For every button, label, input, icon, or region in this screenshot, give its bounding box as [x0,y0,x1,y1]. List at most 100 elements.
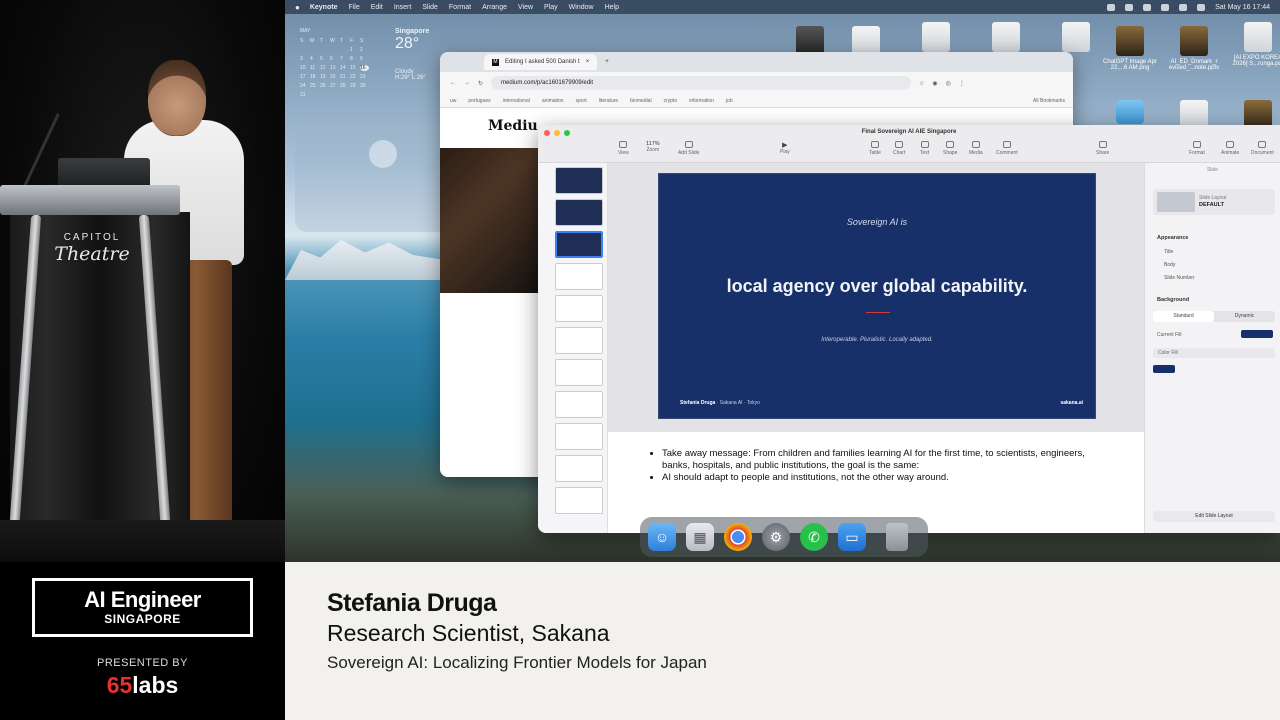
menu-file[interactable]: File [348,4,359,11]
profile-icon[interactable]: ◎ [946,80,951,87]
appearance-heading: Appearance [1157,235,1189,241]
bookmark-folder[interactable]: literature [599,98,618,104]
finder-icon[interactable]: ☺ [648,523,676,551]
inspector-tab-slide[interactable]: Slide [1145,167,1280,173]
slide-thumbnail[interactable] [555,263,603,290]
toolbar-view-button[interactable]: View [618,141,629,156]
extension-icon[interactable]: ◉ [932,80,937,87]
forward-icon[interactable]: → [464,80,470,86]
menu-window[interactable]: Window [569,4,594,11]
keynote-icon[interactable]: ▭ [838,523,866,551]
toolbar-add-slide-button[interactable]: Add Slide [678,141,699,156]
menu-arrange[interactable]: Arrange [482,4,507,11]
toolbar-table-button[interactable]: Table [869,141,881,156]
edit-slide-layout-button[interactable]: Edit Slide Layout [1153,511,1275,522]
appearance-title-checkbox[interactable]: Title [1164,249,1173,255]
launchpad-icon[interactable]: ▦ [686,523,714,551]
browser-tab[interactable]: M Editing I asked 500 Danish t × [484,54,598,70]
menu-dots-icon[interactable]: ⋮ [959,80,965,87]
desktop-file-icon[interactable] [976,22,1036,55]
current-fill-swatch[interactable] [1241,330,1273,338]
status-icon[interactable] [1143,3,1152,11]
toolbar-share-button[interactable]: Share [1096,141,1109,156]
system-settings-icon[interactable]: ⚙ [762,523,790,551]
back-icon[interactable]: ← [450,80,456,86]
bookmark-folder[interactable]: job [726,98,733,104]
appearance-body-checkbox[interactable]: Body [1164,262,1175,268]
desktop-file-icon[interactable] [906,22,966,55]
desktop-file-icon[interactable]: AI_ED_Dnmark_r evised_...note.pptx [1164,26,1224,71]
keynote-window[interactable]: Final Sovereign AI AIE Singapore View 11… [538,125,1280,533]
menu-play[interactable]: Play [544,4,558,11]
color-well[interactable] [1153,365,1175,373]
bookmark-folder[interactable]: sport [576,98,587,104]
bookmark-folder[interactable]: crypto [664,98,678,104]
wifi-icon[interactable] [1161,3,1170,11]
menu-help[interactable]: Help [605,4,619,11]
bookmark-star-icon[interactable]: ☆ [919,80,924,87]
calendar-month: MAY [300,28,311,34]
status-icon[interactable] [1107,3,1116,11]
slide-thumbnail[interactable] [555,231,603,258]
desktop-file-icon[interactable] [1046,22,1106,55]
whatsapp-icon[interactable]: ✆ [800,523,828,551]
bookmark-folder[interactable]: portugues [468,98,490,104]
bookmark-folder[interactable]: animation [542,98,564,104]
toolbar-shape-button[interactable]: Shape [943,141,957,156]
slide-thumbnail[interactable] [555,167,603,194]
segment-dynamic[interactable]: Dynamic [1214,311,1275,322]
menu-view[interactable]: View [518,4,533,11]
toolbar-comment-button[interactable]: Comment [996,141,1018,156]
stage-floor [0,520,285,562]
slide-thumbnail[interactable] [555,391,603,418]
menu-slide[interactable]: Slide [422,4,438,11]
slide-thumbnail[interactable] [555,199,603,226]
bookmark-folder[interactable]: biomedial [630,98,651,104]
reload-icon[interactable]: ↻ [478,80,483,87]
toolbar-chart-button[interactable]: Chart [893,141,905,156]
bookmark-folder[interactable]: information [689,98,714,104]
toolbar-animate-button[interactable]: Animate [1221,141,1239,156]
new-tab-icon[interactable]: + [605,59,609,65]
toolbar-format-button[interactable]: Format [1189,141,1205,156]
menu-app-name[interactable]: Keynote [310,4,338,11]
toolbar-media-button[interactable]: Media [969,141,983,156]
slide-thumbnail[interactable] [555,423,603,450]
menu-insert[interactable]: Insert [394,4,412,11]
menu-format[interactable]: Format [449,4,471,11]
video-frame: CAPITOL Theatre ● Keynote File Edit Inse… [0,0,1280,720]
bookmark-folder[interactable]: international [503,98,530,104]
desktop-file-icon[interactable]: ChatGPT Image Apr 22,...6 AM.png [1100,26,1160,71]
apple-menu-icon[interactable]: ● [295,3,300,12]
slide-thumbnail[interactable] [555,327,603,354]
color-fill-select[interactable]: Color Fill [1153,348,1275,358]
slide-thumbnail[interactable] [555,295,603,322]
sponsor-logo: 65labs [0,672,285,699]
calendar-widget[interactable]: MAY S M T W T F S 1 2 3 4 5 6 7 8 9 10 11 12 13 14 15 16 17 18 19… [300,28,380,103]
slide-layout-picker[interactable]: Slide Layout DEFAULT [1153,189,1275,215]
close-tab-icon[interactable]: × [586,59,590,65]
segment-standard[interactable]: Standard [1153,311,1214,322]
slide-thumbnail[interactable] [555,359,603,386]
bookmark-folder[interactable]: uw [450,98,456,104]
appearance-slide-number-checkbox[interactable]: Slide Number [1164,275,1194,281]
all-bookmarks-button[interactable]: All Bookmarks [1033,98,1065,104]
slide-thumbnail[interactable] [555,487,603,514]
chrome-icon[interactable] [724,523,752,551]
search-icon[interactable] [1179,3,1188,11]
calendar-date: 21 [340,74,346,80]
toolbar-play-button[interactable]: ▶ Play [780,141,790,155]
control-center-icon[interactable] [1197,3,1206,11]
status-icon[interactable] [1125,3,1134,11]
desktop-file-icon[interactable]: [AI EXPO KOREA 2026] S...runga.pdf [1228,22,1280,67]
slide-thumbnail[interactable] [555,455,603,482]
trash-icon[interactable] [886,523,908,551]
address-bar[interactable]: medium.com/p/ac1601679909/edit [491,76,912,90]
toolbar-zoom-button[interactable]: 117% Zoom [646,141,660,153]
toolbar-document-button[interactable]: Document [1251,141,1274,156]
menu-edit[interactable]: Edit [371,4,383,11]
current-slide[interactable]: Sovereign AI is local agency over global… [658,173,1096,419]
toolbar-text-button[interactable]: Text [920,141,929,156]
site-logo[interactable]: Mediu [488,118,538,134]
menubar-clock[interactable]: Sat May 16 17:44 [1215,4,1270,11]
